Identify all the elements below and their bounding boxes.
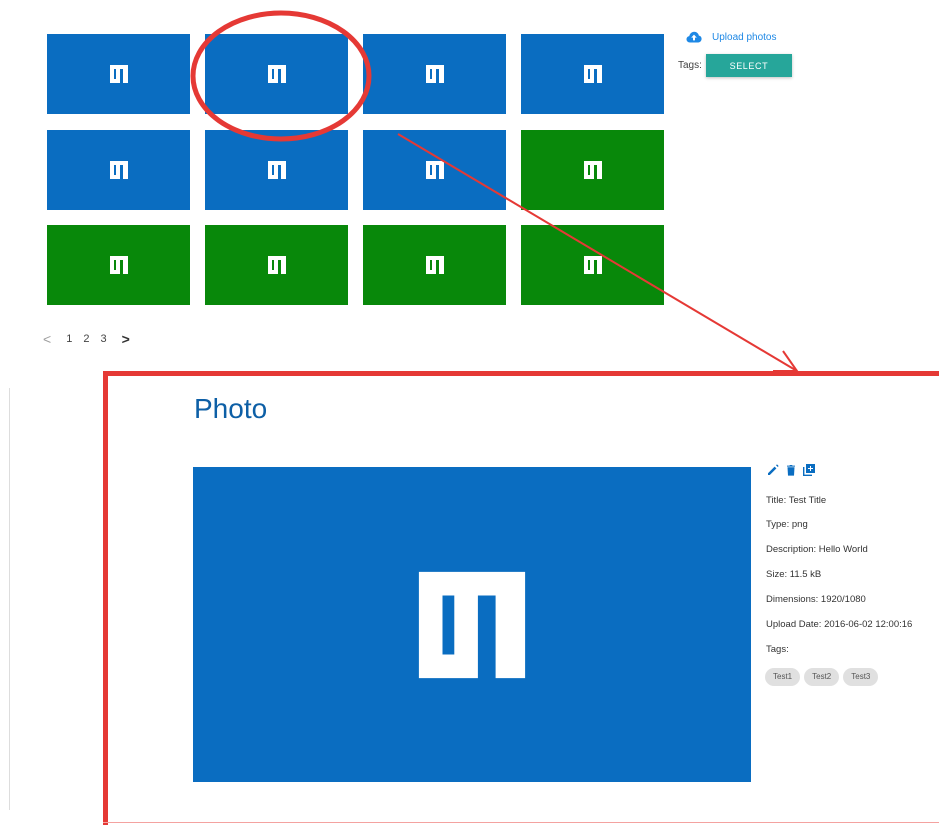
photo-actions	[766, 463, 816, 477]
photo-tile[interactable]	[363, 34, 506, 114]
photo-dimensions-field: Dimensions: 1920/1080	[766, 594, 866, 605]
logo-icon	[109, 256, 128, 274]
photo-tile[interactable]	[521, 34, 664, 114]
logo-icon	[425, 161, 444, 179]
page-title: Photo	[194, 393, 268, 424]
add-box-icon	[803, 464, 815, 476]
photo-type-field: Type: png	[766, 519, 808, 530]
photo-tags-label: Tags:	[766, 644, 789, 655]
page-link-1[interactable]: 1	[66, 333, 72, 345]
tag-chip[interactable]: Test3	[843, 668, 879, 686]
logo-icon	[267, 161, 286, 179]
logo-icon	[109, 161, 128, 179]
logo-icon	[583, 161, 602, 179]
cloud-upload-icon	[686, 31, 702, 43]
upload-photos-link[interactable]: Upload photos	[686, 31, 777, 43]
tag-chip[interactable]: Test1	[765, 668, 801, 686]
zoom-frame-bottom	[103, 822, 939, 823]
logo-icon	[583, 65, 602, 83]
photo-description-field: Description: Hello World	[766, 544, 868, 555]
photo-upload-date-field: Upload Date: 2016-06-02 12:00:16	[766, 619, 913, 630]
photo-tile[interactable]	[47, 34, 190, 114]
tags-filter: Tags: SELECT	[678, 54, 792, 77]
logo-icon	[109, 65, 128, 83]
photo-tile[interactable]	[47, 130, 190, 210]
select-tags-button[interactable]: SELECT	[705, 54, 792, 77]
page-link-3[interactable]: 3	[100, 333, 106, 345]
photo-title-field: Title: Test Title	[766, 495, 827, 506]
edit-icon	[768, 464, 779, 475]
tag-chip[interactable]: Test2	[804, 668, 840, 686]
tag-chip-list: Test1 Test2 Test3	[765, 668, 879, 686]
logo-icon	[425, 65, 444, 83]
prev-page-button[interactable]: <	[43, 331, 51, 347]
delete-icon	[787, 465, 795, 476]
photo-tile[interactable]	[205, 225, 348, 305]
page-link-2[interactable]: 2	[83, 333, 89, 345]
pagination: < 1 2 3 >	[43, 331, 130, 347]
upload-photos-label: Upload photos	[712, 31, 777, 43]
page-divider	[9, 388, 10, 810]
logo-icon	[425, 256, 444, 274]
logo-icon	[267, 256, 286, 274]
next-page-button[interactable]: >	[122, 331, 130, 347]
edit-button[interactable]	[766, 463, 780, 477]
photo-tile[interactable]	[205, 130, 348, 210]
photo-preview	[193, 467, 751, 782]
delete-button[interactable]	[784, 463, 798, 477]
photo-tile[interactable]	[521, 130, 664, 210]
logo-icon	[418, 571, 526, 678]
logo-icon	[267, 65, 286, 83]
photo-tile[interactable]	[363, 130, 506, 210]
photo-tile[interactable]	[205, 34, 348, 114]
photo-tile[interactable]	[521, 225, 664, 305]
annotation-arrowhead	[773, 350, 799, 372]
photo-tile[interactable]	[363, 225, 506, 305]
add-to-collection-button[interactable]	[802, 463, 816, 477]
logo-icon	[583, 256, 602, 274]
tags-label: Tags:	[678, 60, 702, 71]
photo-grid	[47, 34, 664, 305]
photo-tile[interactable]	[47, 225, 190, 305]
photo-size-field: Size: 11.5 kB	[766, 569, 822, 580]
